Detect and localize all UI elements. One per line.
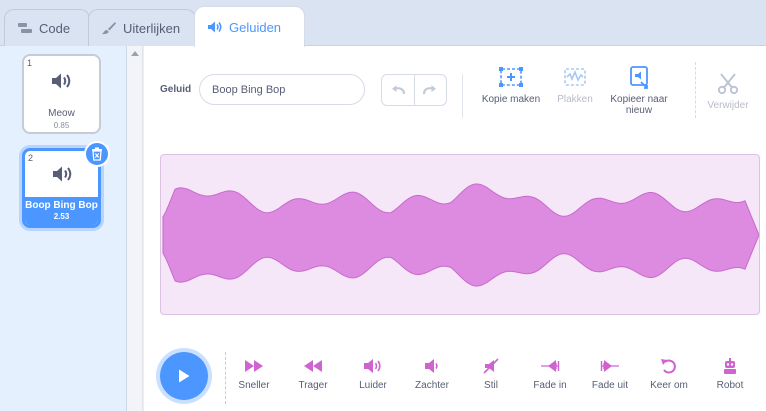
sound-duration: 0.85 [53,121,70,130]
volume-down-icon [425,359,438,373]
effect-louder-button[interactable]: Luider [344,358,402,391]
copy-to-new-button[interactable]: Kopieer naar nieuw [599,66,679,116]
effect-mute-label: Stil [484,380,498,391]
effect-reverse-label: Keer om [650,380,688,391]
redo-button[interactable] [413,75,447,105]
copy-to-new-icon [630,66,648,89]
tab-code-label: Code [39,20,71,36]
effect-mute-button[interactable]: Stil [462,358,520,391]
effect-slower-button[interactable]: Trager [284,358,342,391]
paintbrush-icon [102,22,116,35]
sound-list: 1 Meow 0.85 2 Boop Bing Bop 2.53 [0,46,127,411]
sound-editor: Geluid Kopie maken Plakken Kopieer naar … [144,46,766,411]
sound-name: Meow [48,108,75,119]
undo-redo-group [381,74,447,106]
copy-label: Kopie maken [481,94,541,105]
redo-icon [423,85,437,95]
sidebar-scrollbar[interactable] [127,46,143,411]
sound-name-input[interactable] [199,74,365,105]
effect-louder-label: Luider [359,380,387,391]
tab-sounds[interactable]: Geluiden [194,6,305,47]
tab-costumes[interactable]: Uiterlijken [88,9,196,46]
scroll-up-icon[interactable] [131,51,139,56]
sound-item-meow[interactable]: 1 Meow 0.85 [22,54,101,134]
paste-icon [564,68,586,86]
code-blocks-icon [18,23,32,33]
delete-sound-button[interactable] [84,141,110,167]
fade-in-icon [541,360,560,372]
robot-icon [724,358,736,374]
sound-duration: 2.53 [53,212,70,221]
effect-fade-out-label: Fade uit [591,380,629,391]
trash-icon [92,147,102,161]
effect-fade-in-label: Fade in [533,380,567,391]
delete-button[interactable]: Verwijder [688,72,766,111]
effect-robot-button[interactable]: Robot [701,358,759,391]
speaker-icon [53,166,72,182]
effect-fade-out-button[interactable]: Fade uit [581,358,639,391]
paste-label: Plakken [557,94,593,105]
effect-reverse-button[interactable]: Keer om [640,358,698,391]
fade-out-icon [600,360,619,372]
delete-label: Verwijder [707,100,749,111]
effect-softer-label: Zachter [415,380,449,391]
fast-forward-icon [245,360,263,372]
tab-code[interactable]: Code [4,9,90,46]
effect-softer-button[interactable]: Zachter [403,358,461,391]
play-button[interactable] [160,352,208,400]
tab-sounds-label: Geluiden [229,19,282,35]
effect-faster-button[interactable]: Sneller [225,358,283,391]
undo-button[interactable] [382,75,414,105]
copy-to-new-label: Kopieer naar nieuw [610,94,668,116]
undo-icon [391,85,405,95]
sound-name: Boop Bing Bop [25,200,98,211]
toolbar-divider [462,74,463,118]
reverse-icon [661,359,676,374]
speaker-icon [208,21,222,33]
waveform [162,183,759,287]
sound-item-boop-bing-bop[interactable]: 2 Boop Bing Bop 2.53 [22,141,110,228]
mute-icon [483,358,499,374]
speaker-icon [52,73,71,89]
waveform-area[interactable] [160,154,760,315]
volume-up-icon [364,359,381,373]
effect-faster-label: Sneller [238,380,270,391]
waveform-shape [162,183,759,287]
play-icon [179,369,190,383]
scissors-icon [717,73,739,95]
copy-icon [499,67,523,87]
sound-number: 1 [27,58,33,68]
tab-costumes-label: Uiterlijken [123,20,181,36]
effect-robot-label: Robot [716,380,744,391]
sound-number: 2 [28,153,34,163]
sound-name-label: Geluid [160,84,192,95]
tab-bar: Code Uiterlijken Geluiden [0,0,766,47]
effect-fade-in-button[interactable]: Fade in [521,358,579,391]
effect-slower-label: Trager [298,380,328,391]
rewind-icon [304,360,322,372]
